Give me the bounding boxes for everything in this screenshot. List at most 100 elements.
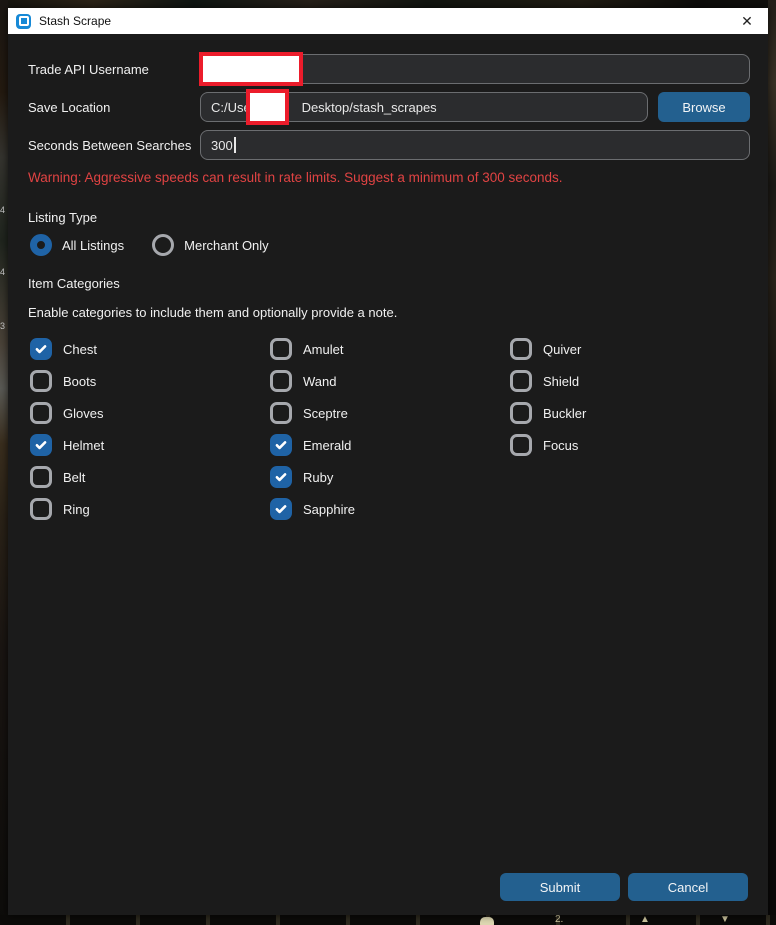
listing-type-options: All Listings Merchant Only bbox=[30, 233, 269, 257]
radio-label: All Listings bbox=[62, 238, 124, 253]
stash-scrape-window: Stash Scrape ✕ Trade API Username Save L… bbox=[8, 8, 768, 915]
categories-description: Enable categories to include them and op… bbox=[28, 305, 397, 320]
category-checkbox-item[interactable]: Helmet bbox=[30, 434, 270, 456]
titlebar[interactable]: Stash Scrape ✕ bbox=[8, 8, 768, 34]
category-label: Belt bbox=[63, 470, 85, 485]
category-label: Amulet bbox=[303, 342, 343, 357]
hotkey-number: 3 bbox=[0, 322, 5, 331]
checkbox-icon bbox=[270, 338, 292, 360]
checkbox-icon bbox=[30, 466, 52, 488]
category-label: Sapphire bbox=[303, 502, 355, 517]
listing-type-label: Listing Type bbox=[28, 210, 97, 225]
category-label: Emerald bbox=[303, 438, 351, 453]
category-label: Helmet bbox=[63, 438, 104, 453]
checkbox-icon bbox=[510, 370, 532, 392]
seconds-value: 300 bbox=[211, 138, 233, 153]
checkbox-icon bbox=[30, 434, 52, 456]
redaction-box bbox=[199, 52, 303, 86]
checkmark-icon bbox=[34, 342, 48, 356]
down-arrow-icon: ▼ bbox=[720, 915, 730, 925]
category-column-3: Quiver Shield Buckler Focus bbox=[510, 338, 750, 520]
game-background-top bbox=[0, 0, 776, 8]
category-checkbox-item[interactable]: Buckler bbox=[510, 402, 750, 424]
category-checkbox-item[interactable]: Ruby bbox=[270, 466, 510, 488]
category-column-2: Amulet Wand Sceptre Emerald Ruby Sapphir… bbox=[270, 338, 510, 520]
checkbox-icon bbox=[30, 338, 52, 360]
category-label: Chest bbox=[63, 342, 97, 357]
category-checkbox-item[interactable]: Sapphire bbox=[270, 498, 510, 520]
category-checkbox-item[interactable]: Quiver bbox=[510, 338, 750, 360]
app-icon bbox=[16, 14, 31, 29]
checkbox-icon bbox=[270, 498, 292, 520]
hotkey-number: 4 bbox=[0, 206, 5, 215]
listing-type-radio[interactable]: Merchant Only bbox=[152, 234, 269, 256]
category-label: Quiver bbox=[543, 342, 581, 357]
category-label: Ring bbox=[63, 502, 90, 517]
app-icon-glyph bbox=[19, 16, 29, 26]
checkbox-icon bbox=[270, 370, 292, 392]
username-label: Trade API Username bbox=[28, 62, 200, 77]
checkbox-icon bbox=[30, 402, 52, 424]
cancel-button[interactable]: Cancel bbox=[628, 873, 748, 901]
dialog-content: Trade API Username Save Location C:/User… bbox=[8, 34, 768, 915]
game-background-left: 4 4 3 bbox=[0, 0, 8, 925]
browse-button[interactable]: Browse bbox=[658, 92, 750, 122]
category-checkbox-item[interactable]: Boots bbox=[30, 370, 270, 392]
text-caret bbox=[234, 137, 236, 153]
save-location-row: Save Location C:/Users Desktop/stash_scr… bbox=[28, 92, 750, 122]
category-label: Wand bbox=[303, 374, 336, 389]
username-row: Trade API Username bbox=[28, 54, 750, 84]
username-input[interactable] bbox=[200, 54, 750, 84]
seconds-label: Seconds Between Searches bbox=[28, 138, 200, 153]
category-checkbox-item[interactable]: Belt bbox=[30, 466, 270, 488]
redaction-box bbox=[246, 89, 289, 125]
hotbar-slot-number: 2. bbox=[555, 915, 563, 925]
category-label: Boots bbox=[63, 374, 96, 389]
category-checkbox-item[interactable]: Emerald bbox=[270, 434, 510, 456]
checkbox-icon bbox=[270, 466, 292, 488]
seconds-row: Seconds Between Searches 300 bbox=[28, 130, 750, 160]
category-checkbox-item[interactable]: Ring bbox=[30, 498, 270, 520]
category-checkbox-item[interactable]: Amulet bbox=[270, 338, 510, 360]
close-icon[interactable]: ✕ bbox=[736, 8, 758, 34]
window-title: Stash Scrape bbox=[39, 14, 111, 28]
checkbox-icon bbox=[510, 402, 532, 424]
game-background-hotbar: 2. ▲ ▼ bbox=[0, 915, 776, 925]
category-checkbox-item[interactable]: Chest bbox=[30, 338, 270, 360]
hotkey-number: 4 bbox=[0, 268, 5, 277]
checkbox-icon bbox=[270, 434, 292, 456]
checkbox-icon bbox=[510, 434, 532, 456]
category-checkbox-item[interactable]: Shield bbox=[510, 370, 750, 392]
checkmark-icon bbox=[274, 470, 288, 484]
radio-label: Merchant Only bbox=[184, 238, 269, 253]
save-location-input[interactable]: C:/Users Desktop/stash_scrapes bbox=[200, 92, 648, 122]
rate-limit-warning: Warning: Aggressive speeds can result in… bbox=[28, 170, 563, 185]
category-column-1: Chest Boots Gloves Helmet Belt Ring bbox=[30, 338, 270, 520]
category-label: Focus bbox=[543, 438, 578, 453]
checkbox-icon bbox=[270, 402, 292, 424]
listing-type-radio[interactable]: All Listings bbox=[30, 234, 124, 256]
hotbar-item-icon bbox=[480, 917, 494, 925]
checkbox-icon bbox=[510, 338, 532, 360]
category-label: Sceptre bbox=[303, 406, 348, 421]
checkmark-icon bbox=[34, 438, 48, 452]
checkmark-icon bbox=[274, 502, 288, 516]
category-checkbox-item[interactable]: Wand bbox=[270, 370, 510, 392]
radio-icon bbox=[30, 234, 52, 256]
game-background-right bbox=[768, 0, 776, 925]
category-label: Buckler bbox=[543, 406, 586, 421]
category-label: Ruby bbox=[303, 470, 333, 485]
seconds-input[interactable]: 300 bbox=[200, 130, 750, 160]
item-categories-label: Item Categories bbox=[28, 276, 120, 291]
category-label: Shield bbox=[543, 374, 579, 389]
category-checkbox-item[interactable]: Sceptre bbox=[270, 402, 510, 424]
submit-button[interactable]: Submit bbox=[500, 873, 620, 901]
dialog-footer: Submit Cancel bbox=[500, 873, 748, 901]
category-checkbox-item[interactable]: Gloves bbox=[30, 402, 270, 424]
radio-icon bbox=[152, 234, 174, 256]
category-checkbox-item[interactable]: Focus bbox=[510, 434, 750, 456]
checkbox-icon bbox=[30, 498, 52, 520]
path-suffix: Desktop/stash_scrapes bbox=[302, 100, 437, 115]
category-grid: Chest Boots Gloves Helmet Belt Ring Amul… bbox=[30, 338, 750, 520]
checkmark-icon bbox=[274, 438, 288, 452]
